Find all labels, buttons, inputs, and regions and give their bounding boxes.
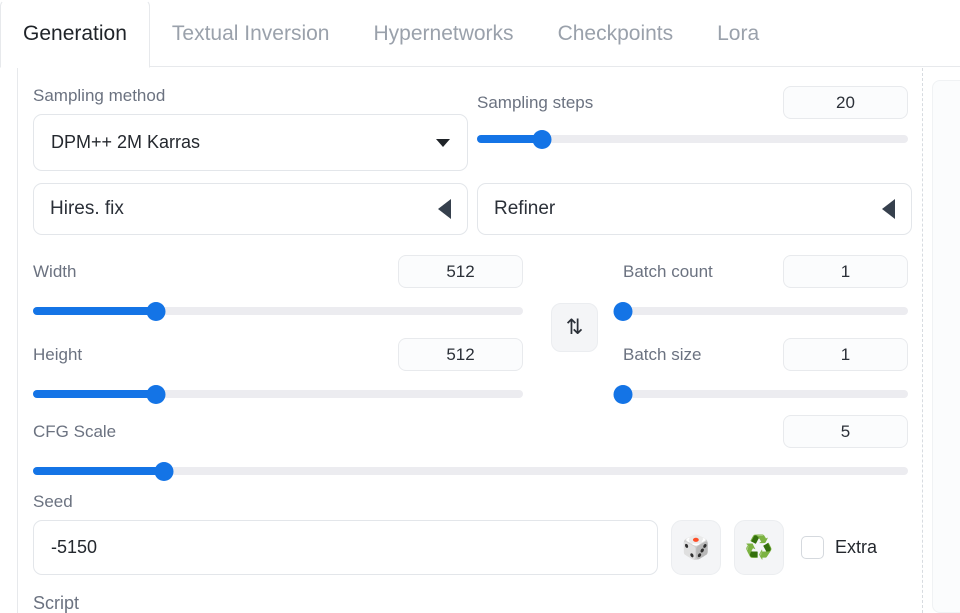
extra-seed-checkbox[interactable]	[801, 536, 824, 559]
width-slider[interactable]	[33, 302, 523, 321]
slider-fill	[33, 307, 156, 315]
swap-dimensions-button[interactable]: ⇅	[551, 303, 598, 352]
random-seed-button[interactable]: 🎲	[671, 520, 721, 575]
height-group: Height 512	[33, 338, 523, 404]
slider-thumb[interactable]	[146, 385, 165, 404]
tab-textual-inversion[interactable]: Textual Inversion	[150, 0, 352, 67]
refiner-accordion[interactable]: Refiner	[477, 183, 912, 235]
seed-group: Seed -5150 🎲 ♻️ Extra	[33, 492, 908, 575]
panel-left-border	[17, 0, 18, 613]
batch-size-slider[interactable]	[613, 385, 908, 404]
sampling-method-group: Sampling method DPM++ 2M Karras	[33, 86, 468, 171]
reuse-seed-button[interactable]: ♻️	[734, 520, 784, 575]
slider-thumb[interactable]	[532, 130, 552, 149]
batch-size-group: Batch size 1	[613, 338, 908, 404]
height-label: Height	[33, 344, 83, 364]
cfg-scale-input[interactable]: 5	[783, 415, 908, 448]
seed-label: Seed	[33, 492, 73, 511]
batch-size-input[interactable]: 1	[783, 338, 908, 371]
tab-generation[interactable]: Generation	[0, 0, 150, 68]
swap-arrows-icon: ⇅	[565, 316, 584, 339]
tab-lora[interactable]: Lora	[695, 0, 781, 67]
slider-track	[623, 307, 908, 315]
script-group: Script	[33, 593, 79, 613]
tab-checkpoints[interactable]: Checkpoints	[536, 0, 696, 67]
script-label: Script	[33, 593, 80, 613]
chevron-down-icon	[436, 138, 450, 147]
sampling-method-dropdown[interactable]: DPM++ 2M Karras	[33, 114, 468, 171]
cfg-scale-group: CFG Scale 5	[33, 415, 908, 481]
sampling-steps-group: Sampling steps 20	[477, 86, 908, 149]
batch-count-input[interactable]: 1	[783, 255, 908, 288]
batch-size-label: Batch size	[623, 344, 702, 364]
sampling-method-value: DPM++ 2M Karras	[51, 132, 201, 152]
slider-track	[623, 390, 908, 398]
output-panel-placeholder	[932, 80, 960, 613]
batch-count-label: Batch count	[623, 261, 713, 281]
tab-generation-label: Generation	[23, 22, 127, 45]
sampling-steps-label: Sampling steps	[477, 92, 594, 112]
slider-thumb[interactable]	[613, 385, 633, 404]
slider-thumb[interactable]	[146, 302, 165, 321]
extra-seed-label: Extra	[835, 537, 878, 557]
sampling-steps-input[interactable]: 20	[783, 86, 908, 119]
slider-thumb[interactable]	[613, 302, 633, 321]
height-slider[interactable]	[33, 385, 523, 404]
width-group: Width 512	[33, 255, 523, 321]
hires-fix-accordion[interactable]: Hires. fix	[33, 183, 468, 235]
slider-fill	[33, 390, 156, 398]
recycle-icon: ♻️	[744, 534, 774, 560]
batch-count-group: Batch count 1	[613, 255, 908, 321]
triangle-left-icon	[882, 199, 895, 219]
triangle-left-icon	[438, 199, 451, 219]
column-dashed-divider	[922, 68, 923, 613]
tab-bar: Generation Textual Inversion Hypernetwor…	[0, 0, 960, 68]
slider-thumb[interactable]	[154, 462, 174, 481]
batch-count-slider[interactable]	[613, 302, 908, 321]
height-input[interactable]: 512	[398, 338, 523, 371]
sampling-method-label: Sampling method	[33, 86, 166, 105]
stable-diffusion-webui-generation-panel: Generation Textual Inversion Hypernetwor…	[0, 0, 960, 613]
cfg-scale-label: CFG Scale	[33, 421, 117, 441]
tab-hypernetworks-label: Hypernetworks	[373, 21, 514, 45]
slider-fill	[33, 467, 165, 475]
width-input[interactable]: 512	[398, 255, 523, 288]
tab-textual-inversion-label: Textual Inversion	[171, 21, 330, 45]
refiner-label: Refiner	[494, 198, 556, 219]
tab-lora-label: Lora	[717, 21, 760, 45]
tab-checkpoints-label: Checkpoints	[557, 21, 674, 45]
width-label: Width	[33, 261, 77, 281]
tab-hypernetworks[interactable]: Hypernetworks	[352, 0, 536, 67]
dice-icon: 🎲	[681, 534, 711, 560]
sampling-steps-slider[interactable]	[477, 130, 908, 149]
hires-fix-label: Hires. fix	[50, 198, 124, 219]
seed-input[interactable]: -5150	[33, 520, 658, 575]
cfg-scale-slider[interactable]	[33, 462, 908, 481]
